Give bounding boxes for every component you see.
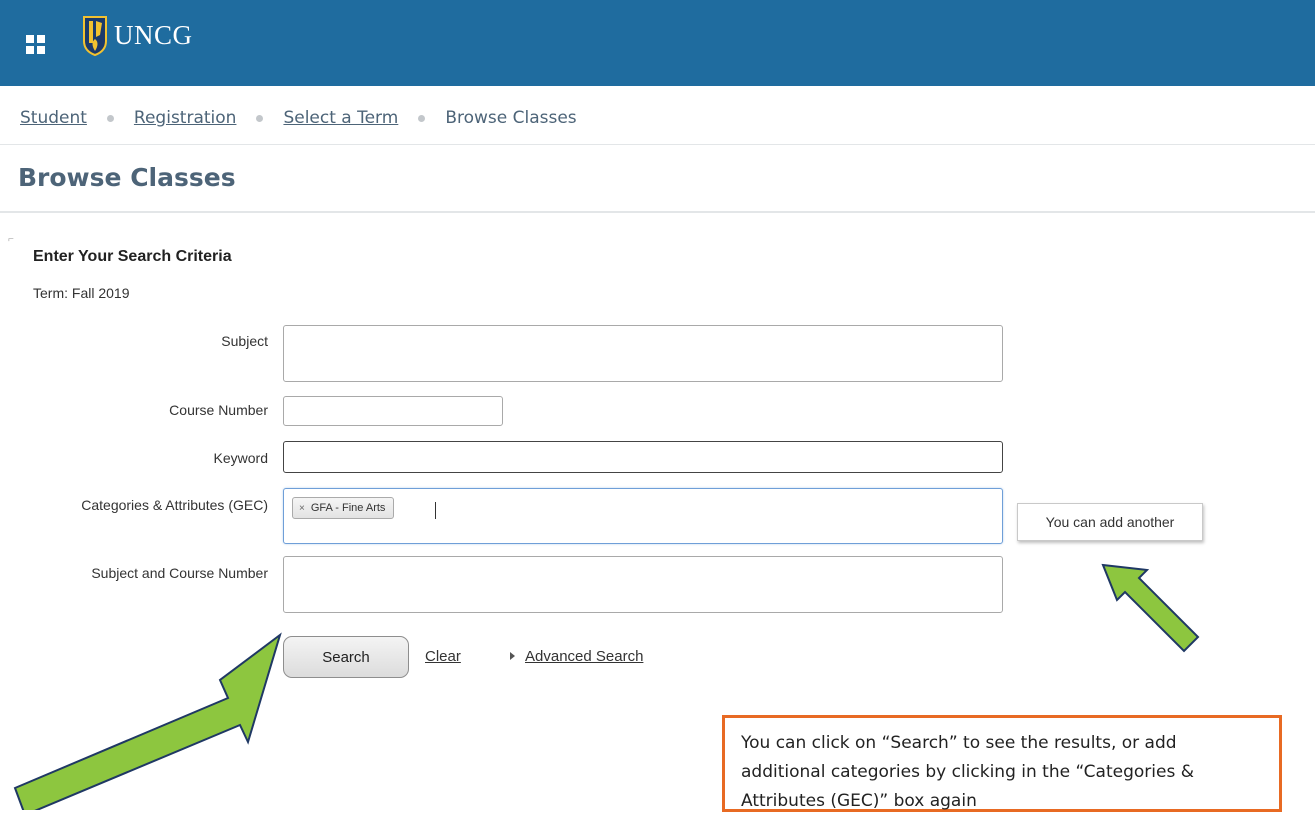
breadcrumb-registration-link[interactable]: Registration [134,108,237,128]
subject-course-label: Subject and Course Number [91,565,268,581]
arrow-to-search-icon [13,632,282,810]
title-divider [0,211,1315,213]
corner-mark: ⌐ [8,234,14,245]
breadcrumb-divider [0,144,1315,145]
breadcrumb-separator-dot [106,114,114,122]
categories-label: Categories & Attributes (GEC) [81,497,268,513]
course-number-input[interactable] [283,396,503,426]
clear-link[interactable]: Clear [425,648,461,665]
search-criteria-heading: Enter Your Search Criteria [33,248,232,265]
categories-input[interactable]: × GFA - Fine Arts [283,488,1003,544]
top-header-bar: UNCG [0,0,1315,86]
advanced-search-link[interactable]: Advanced Search [525,648,643,665]
breadcrumb-current: Browse Classes [445,108,577,128]
tooltip: You can add another [1017,503,1203,541]
search-button[interactable]: Search [283,636,409,678]
breadcrumb-separator-dot [418,114,426,122]
remove-tag-icon[interactable]: × [299,503,305,514]
arrow-to-tooltip-icon [1101,563,1200,653]
category-tag-label: GFA - Fine Arts [310,502,386,514]
grid-menu-icon[interactable] [26,35,45,54]
expand-triangle-icon [510,652,515,660]
subject-input[interactable] [283,325,1003,382]
text-cursor [435,502,436,519]
breadcrumb-student-link[interactable]: Student [20,108,87,128]
category-tag-gfa[interactable]: × GFA - Fine Arts [292,497,395,519]
breadcrumb: Student Registration Select a Term Brows… [20,104,577,132]
subject-course-input[interactable] [283,556,1003,613]
brand-text: UNCG [114,19,193,50]
breadcrumb-select-term-link[interactable]: Select a Term [283,108,398,128]
breadcrumb-separator-dot [256,114,264,122]
page-title: Browse Classes [18,163,236,192]
instruction-callout: You can click on “Search” to see the res… [722,715,1282,812]
course-number-label: Course Number [169,402,268,418]
subject-label: Subject [221,333,268,349]
uncg-logo[interactable]: UNCG [80,10,193,60]
term-label: Term: Fall 2019 [33,285,130,301]
keyword-label: Keyword [213,450,268,466]
uncg-spartan-logo-icon [83,16,107,57]
keyword-input[interactable] [283,441,1003,473]
